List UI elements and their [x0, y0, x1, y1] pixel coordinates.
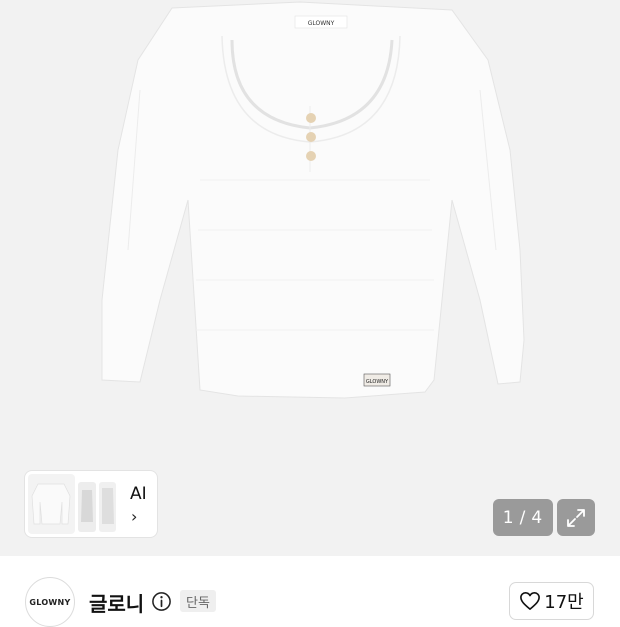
expand-button[interactable] [557, 499, 595, 536]
current-image-index: 1 [502, 507, 515, 528]
product-image-area[interactable]: GLOWNY GLOWNY AI › 1 / 4 [0, 0, 620, 556]
image-counter: 1 / 4 [493, 499, 553, 536]
hem-tag-text: GLOWNY [366, 379, 389, 385]
ai-fitting-card[interactable] [25, 471, 157, 537]
brand-logo-text: GLOWNY [29, 597, 71, 607]
like-count: 17만 [544, 592, 584, 613]
heart-icon [520, 592, 541, 610]
like-button[interactable]: 17만 [509, 582, 594, 620]
exclusive-badge: 단독 [180, 590, 216, 612]
counter-separator: / [519, 507, 527, 528]
expand-icon [567, 508, 585, 527]
ai-label: AI [130, 484, 147, 504]
brand-name[interactable]: 글로니 [89, 588, 144, 617]
total-images: 4 [531, 507, 544, 528]
chevron-right-icon: › [131, 507, 138, 526]
ai-thumbnail-images [28, 474, 116, 534]
info-icon[interactable] [151, 591, 172, 612]
neck-tag-text: GLOWNY [308, 20, 335, 27]
